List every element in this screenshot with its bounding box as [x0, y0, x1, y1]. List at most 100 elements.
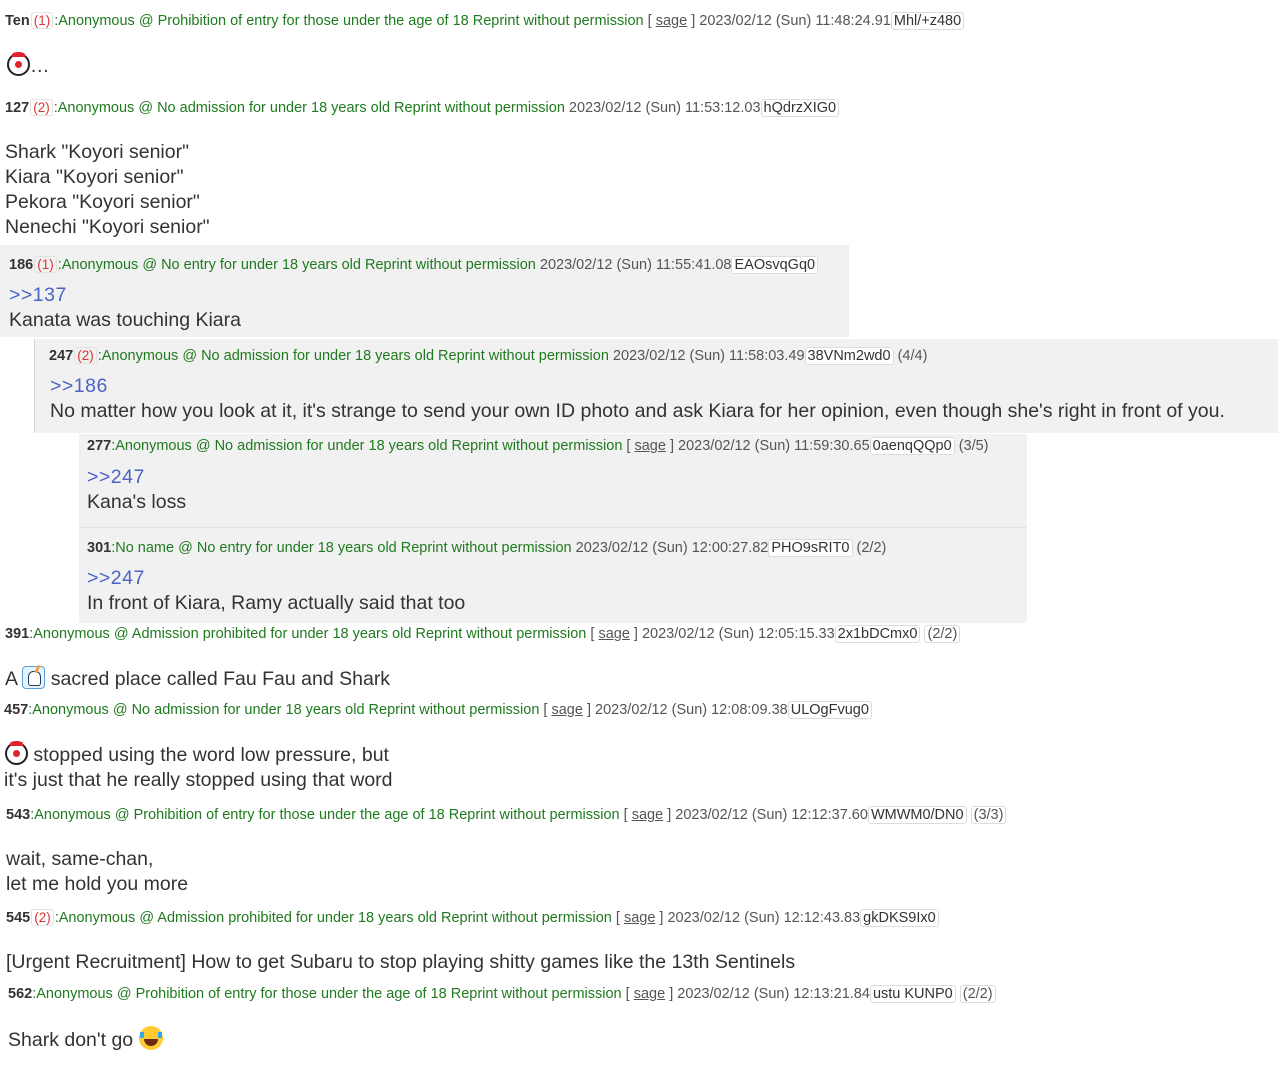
post-number[interactable]: 277	[87, 438, 111, 454]
post-body: >>186 No matter how you look at it, it's…	[50, 374, 1225, 422]
post-body: wait, same-chan, let me hold you more	[6, 848, 189, 895]
post-date: 2023/02/12 (Sun) 12:13:21.84	[677, 986, 870, 1002]
post-date: 2023/02/12 (Sun) 12:12:37.60	[675, 807, 868, 823]
poster-name: :Anonymous @ Prohibition of entry for th…	[30, 807, 620, 823]
post-date: 2023/02/12 (Sun) 11:53:12.03	[568, 100, 761, 116]
unicorn-icon	[22, 666, 46, 689]
post-header: 186 (1):Anonymous @ No entry for under 18…	[9, 255, 819, 275]
post-header: 247 (2):Anonymous @ No admission for unde…	[49, 346, 927, 366]
post-body: …	[7, 52, 50, 79]
poster-id[interactable]: WMWM0/DN0	[867, 806, 967, 824]
poster-name: :Anonymous @ No admission for under 18 y…	[111, 438, 623, 454]
post-number[interactable]: 543	[6, 807, 30, 823]
post-date: 2023/02/12 (Sun) 11:58:03.49	[612, 348, 805, 364]
post-body: >>247 Kana's loss	[87, 465, 187, 513]
id-post-count[interactable]: (3/3)	[970, 806, 1007, 824]
reply-anchor-link[interactable]: >>247	[87, 465, 186, 490]
poster-name: :Anonymous @ No entry for under 18 years…	[57, 257, 536, 273]
poster-name: :Anonymous @ Prohibition of entry for th…	[32, 986, 622, 1002]
post-number[interactable]: Ten	[5, 13, 30, 29]
post-number[interactable]: 247	[49, 348, 73, 364]
post-number[interactable]: 562	[8, 986, 32, 1002]
post-header: 127 (2):Anonymous @ No admission for unde…	[5, 98, 840, 118]
poster-id[interactable]: Mhl/+z480	[890, 12, 965, 30]
clown-icon	[7, 52, 30, 76]
post-number[interactable]: 545	[6, 910, 30, 926]
poster-name: :Anonymous @ No admission for under 18 y…	[97, 348, 609, 364]
post-body: A sacred place called Fau Fau and Shark	[5, 666, 391, 690]
post-date: 2023/02/12 (Sun) 12:08:09.38	[595, 702, 788, 718]
poster-id[interactable]: 38VNm2wd0	[804, 347, 894, 365]
post-number[interactable]: 301	[87, 540, 111, 556]
poster-name: :Anonymous @ No admission for under 18 y…	[53, 100, 565, 116]
sage-link[interactable]: sage	[624, 910, 655, 926]
post-186: 186 (1):Anonymous @ No entry for under 18…	[0, 245, 849, 337]
post-ten: Ten (1):Anonymous @ Prohibition of entry …	[0, 0, 1010, 90]
post-391: 391:Anonymous @ Admission prohibited for…	[0, 616, 1000, 696]
id-post-count[interactable]: (2/2)	[857, 540, 887, 556]
sage-link[interactable]: sage	[598, 626, 629, 642]
sage-link[interactable]: sage	[634, 986, 665, 1002]
post-header: Ten (1):Anonymous @ Prohibition of entry …	[5, 11, 965, 31]
sage-link[interactable]: sage	[656, 13, 687, 29]
poster-id[interactable]: ustu KUNP0	[869, 985, 956, 1003]
post-header: 391:Anonymous @ Admission prohibited for…	[5, 624, 961, 644]
poster-name: :Anonymous @ Admission prohibited for un…	[54, 910, 612, 926]
id-post-count[interactable]: (4/4)	[898, 348, 928, 364]
post-body: stopped using the word low pressure, but…	[4, 741, 393, 791]
reply-count[interactable]: (2)	[31, 909, 54, 926]
post-date: 2023/02/12 (Sun) 11:48:24.91	[699, 13, 891, 29]
post-date: 2023/02/12 (Sun) 11:59:30.65	[678, 438, 870, 454]
poster-id[interactable]: ULOgFvug0	[787, 701, 872, 719]
poster-name: :Anonymous @ Admission prohibited for un…	[29, 626, 587, 642]
post-header: 545 (2):Anonymous @ Admission prohibited …	[6, 908, 939, 928]
post-562: 562:Anonymous @ Prohibition of entry for…	[0, 980, 1060, 1072]
post-date: 2023/02/12 (Sun) 11:55:41.08	[539, 257, 732, 273]
post-543: 543:Anonymous @ Prohibition of entry for…	[0, 800, 1060, 902]
reply-count[interactable]: (1)	[34, 256, 57, 273]
sage-link[interactable]: sage	[634, 438, 665, 454]
post-body: Shark "Koyori senior" Kiara "Koyori seni…	[5, 141, 210, 238]
post-number[interactable]: 391	[5, 626, 29, 642]
poster-id[interactable]: PHO9sRIT0	[768, 539, 853, 557]
poster-id[interactable]: 0aenqQQp0	[869, 437, 955, 455]
post-header: 562:Anonymous @ Prohibition of entry for…	[8, 984, 996, 1004]
reply-anchor-link[interactable]: >>247	[87, 566, 465, 591]
post-body: >>247 In front of Kiara, Ramy actually s…	[87, 566, 466, 614]
id-post-count[interactable]: (2/2)	[959, 985, 996, 1003]
post-number[interactable]: 186	[9, 257, 33, 273]
post-header: 301:No name @ No entry for under 18 year…	[87, 538, 886, 558]
post-247: 247 (2):Anonymous @ No admission for unde…	[34, 339, 1278, 433]
poster-id[interactable]: 2x1bDCmx0	[834, 625, 921, 643]
id-post-count[interactable]: (2/2)	[924, 625, 961, 643]
id-post-count[interactable]: (3/5)	[959, 438, 989, 454]
post-date: 2023/02/12 (Sun) 12:05:15.33	[641, 626, 835, 642]
post-header: 277:Anonymous @ No admission for under 1…	[87, 437, 989, 455]
sage-link[interactable]: sage	[551, 702, 582, 718]
post-301: 301:No name @ No entry for under 18 year…	[79, 528, 1027, 623]
post-545: 545 (2):Anonymous @ Admission prohibited …	[0, 903, 1000, 981]
poster-name: :Anonymous @ No admission for under 18 y…	[28, 702, 540, 718]
post-number[interactable]: 127	[5, 100, 29, 116]
sage-link[interactable]: sage	[632, 807, 663, 823]
poster-id[interactable]: gkDKS9Ix0	[860, 909, 939, 927]
post-127: 127 (2):Anonymous @ No admission for unde…	[0, 90, 1010, 242]
post-header: 543:Anonymous @ Prohibition of entry for…	[6, 805, 1007, 825]
clown-icon	[5, 741, 28, 765]
crying-face-icon	[138, 1026, 163, 1050]
post-body: Shark don't go	[8, 1026, 163, 1053]
reply-count[interactable]: (2)	[74, 347, 97, 364]
reply-count[interactable]: (2)	[30, 99, 53, 116]
post-date: 2023/02/12 (Sun) 12:12:43.83	[667, 910, 861, 926]
post-number[interactable]: 457	[4, 702, 28, 718]
poster-id[interactable]: hQdrzXIG0	[760, 99, 840, 117]
reply-anchor-link[interactable]: >>137	[9, 283, 241, 308]
post-body: [Urgent Recruitment] How to get Subaru t…	[6, 951, 796, 973]
poster-id[interactable]: EAOsvqGq0	[731, 256, 819, 274]
poster-name: :Anonymous @ Prohibition of entry for th…	[54, 13, 644, 29]
post-457: 457:Anonymous @ No admission for under 1…	[0, 696, 1000, 796]
post-header: 457:Anonymous @ No admission for under 1…	[4, 700, 872, 720]
post-date: 2023/02/12 (Sun) 12:00:27.82	[575, 540, 769, 556]
reply-count[interactable]: (1)	[30, 12, 54, 29]
reply-anchor-link[interactable]: >>186	[50, 374, 1225, 399]
